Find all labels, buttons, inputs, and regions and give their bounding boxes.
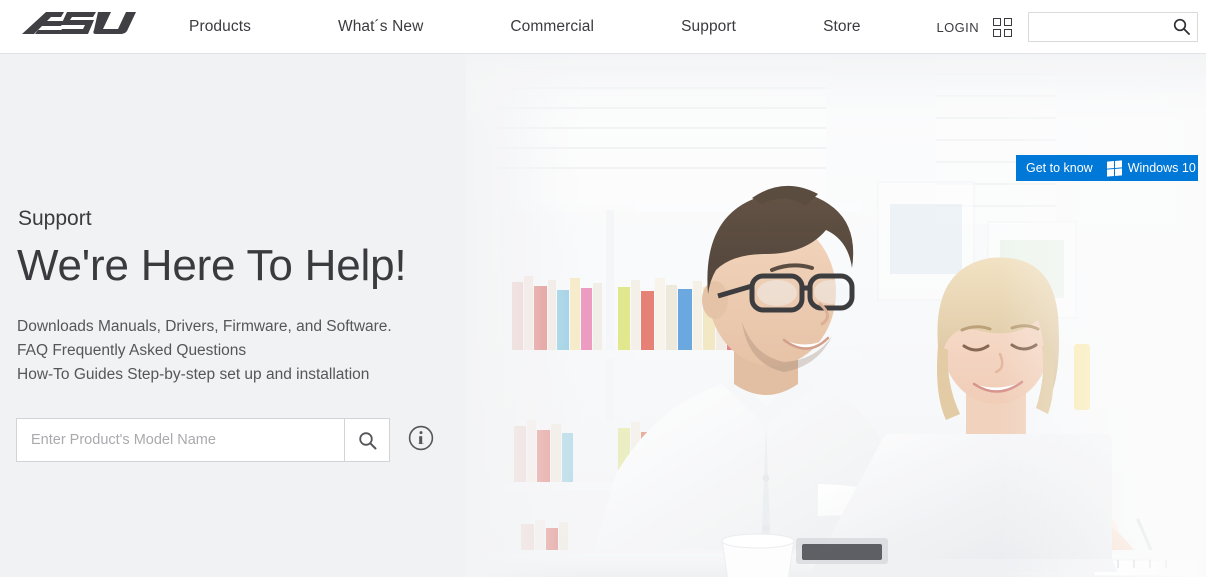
asus-logo[interactable] xyxy=(20,9,136,41)
blurb-line-faq: FAQ Frequently Asked Questions xyxy=(17,342,247,360)
login-link[interactable]: LOGIN xyxy=(937,20,979,35)
header-search[interactable] xyxy=(1028,12,1198,42)
main-navigation: Products What´s New Commercial Support S… xyxy=(176,0,874,54)
nav-item-support[interactable]: Support xyxy=(668,18,749,36)
blurb-line-downloads: Downloads Manuals, Drivers, Firmware, an… xyxy=(17,318,392,336)
header-search-input[interactable] xyxy=(1029,13,1167,41)
product-search-box[interactable] xyxy=(16,418,390,462)
grid-cell xyxy=(993,28,1001,37)
nav-item-products[interactable]: Products xyxy=(176,18,264,36)
grid-cell xyxy=(993,17,1001,26)
info-circle-icon[interactable] xyxy=(408,425,434,456)
windows-10-banner[interactable]: Get to know Windows 10 xyxy=(1016,155,1198,181)
page-title: We're Here To Help! xyxy=(17,241,407,290)
grid-apps-icon[interactable] xyxy=(993,17,1012,37)
search-icon[interactable] xyxy=(1173,18,1190,40)
grid-cell xyxy=(1004,28,1012,37)
site-header: Products What´s New Commercial Support S… xyxy=(0,0,1206,54)
blurb-line-howto: How-To Guides Step-by-step set up and in… xyxy=(17,366,370,384)
product-search-input[interactable] xyxy=(17,419,344,461)
header-actions: LOGIN xyxy=(937,0,1198,54)
nav-item-commercial[interactable]: Commercial xyxy=(497,18,607,36)
search-icon xyxy=(358,431,376,449)
asus-support-page: Products What´s New Commercial Support S… xyxy=(0,0,1206,577)
grid-cell xyxy=(1004,17,1012,26)
nav-item-whats-new[interactable]: What´s New xyxy=(325,18,436,36)
support-hero-content: Support We're Here To Help! Downloads Ma… xyxy=(16,207,456,462)
hero-photo-illustration xyxy=(466,54,1206,577)
windows-banner-product: Windows 10 xyxy=(1127,161,1196,175)
windows-banner-text: Get to know xyxy=(1026,161,1093,175)
hero-image xyxy=(466,54,1206,577)
windows-pane xyxy=(1114,159,1122,168)
windows-pane xyxy=(1106,160,1114,169)
product-search xyxy=(16,418,434,462)
product-search-button[interactable] xyxy=(344,419,389,461)
windows-logo-icon xyxy=(1106,159,1122,177)
support-blurb: Downloads Manuals, Drivers, Firmware, an… xyxy=(17,315,456,387)
page-eyebrow: Support xyxy=(18,207,92,230)
windows-pane xyxy=(1114,167,1122,176)
nav-item-store[interactable]: Store xyxy=(810,18,874,36)
windows-pane xyxy=(1106,168,1114,177)
asus-wordmark-logo-icon xyxy=(22,12,136,34)
